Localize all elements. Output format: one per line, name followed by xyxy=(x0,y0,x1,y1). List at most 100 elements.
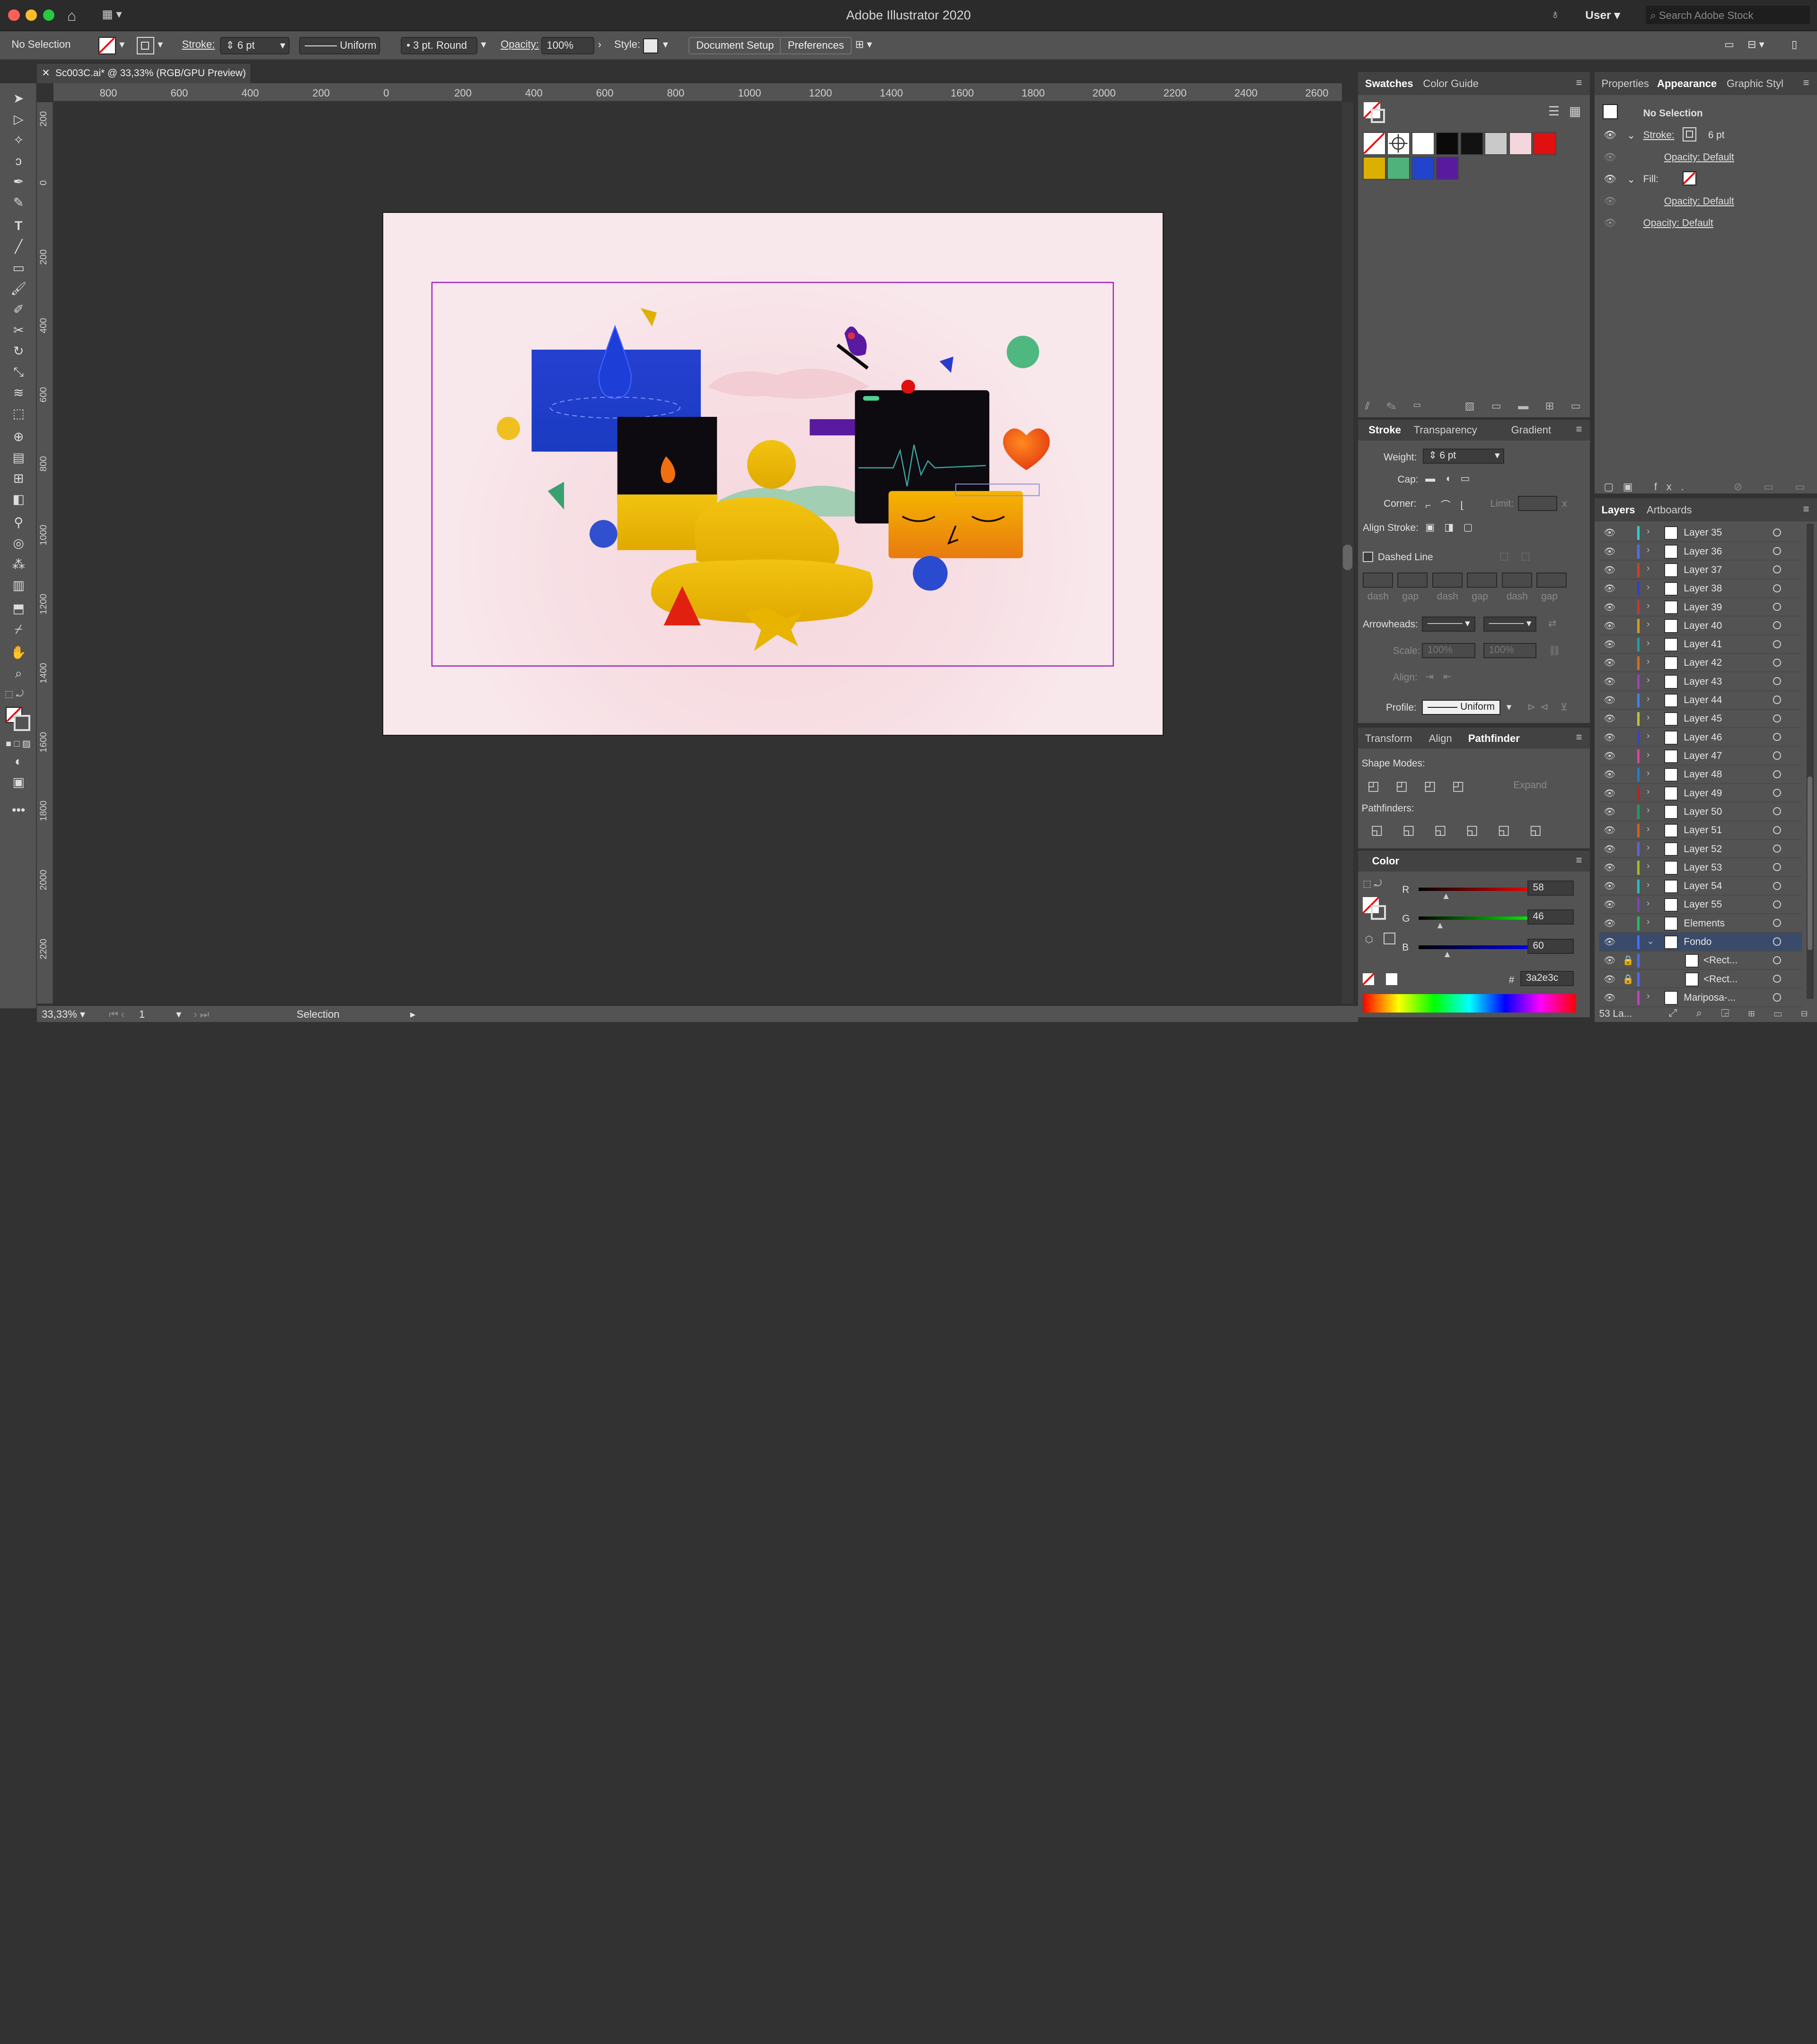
stroke-panel-menu-icon[interactable]: ≡ xyxy=(1576,423,1582,435)
stroke-weight-field[interactable]: ⇕ 6 pt ▾ xyxy=(220,37,290,55)
swatch[interactable] xyxy=(1460,132,1483,156)
tab-color-guide[interactable]: Color Guide xyxy=(1423,78,1479,90)
layer-row[interactable]: 👁 › Layer 36 xyxy=(1599,542,1802,561)
stroke-opacity-row[interactable]: Opacity: Default xyxy=(1664,152,1734,163)
layer-row[interactable]: 👁 › Layer 43 xyxy=(1599,672,1802,691)
preferences-button[interactable]: Preferences xyxy=(780,37,852,55)
fill-visibility-eye-icon[interactable]: 👁 xyxy=(1604,174,1616,185)
color-stroke-indicator[interactable] xyxy=(1371,905,1386,920)
color-spectrum[interactable] xyxy=(1363,994,1576,1013)
symbol-sprayer-tool-icon[interactable]: ⁂ xyxy=(8,556,29,573)
target-circle-icon[interactable] xyxy=(1773,565,1782,574)
expand-chevron-icon[interactable]: › xyxy=(1647,880,1650,890)
visibility-eye-icon[interactable]: 👁 xyxy=(1604,974,1615,985)
swatches-menu-icon[interactable]: ≡ xyxy=(1576,77,1582,89)
layer-row[interactable]: 👁 › Layer 39 xyxy=(1599,598,1802,617)
fill-opacity-eye-icon[interactable]: 👁 xyxy=(1604,196,1616,207)
list-view-icon[interactable]: ☰ xyxy=(1548,104,1560,119)
layer-row[interactable]: 👁 › Layer 47 xyxy=(1599,747,1802,766)
zoom-tool-icon[interactable]: ⌕ xyxy=(8,665,29,681)
visibility-eye-icon[interactable]: 👁 xyxy=(1604,564,1615,576)
stroke-opacity-eye-icon[interactable]: 👁 xyxy=(1604,152,1616,163)
swatch[interactable] xyxy=(1411,132,1435,156)
profile-select[interactable]: Uniform xyxy=(1421,700,1501,715)
layer-row[interactable]: 👁 › Layer 35 xyxy=(1599,524,1802,543)
expand-chevron-icon[interactable]: › xyxy=(1647,712,1650,723)
expand-chevron-icon[interactable]: › xyxy=(1647,638,1650,649)
swap-arrowheads-icon[interactable]: ⇄ xyxy=(1548,617,1556,629)
expand-chevron-icon[interactable]: ⌄ xyxy=(1647,935,1654,947)
swatch[interactable] xyxy=(1411,156,1435,180)
tab-stroke[interactable]: Stroke xyxy=(1368,424,1401,436)
layer-row[interactable]: 👁 › Layer 40 xyxy=(1599,617,1802,635)
dash-gap-field[interactable] xyxy=(1501,572,1532,588)
appearance-fill-swatch[interactable] xyxy=(1682,171,1697,185)
blend-tool-icon[interactable]: ◎ xyxy=(8,535,29,551)
drawing-mode-icon[interactable]: ◐ xyxy=(8,753,29,769)
artboard-nav-first-icon[interactable]: ⏮ ‹ xyxy=(109,1008,124,1021)
expand-chevron-icon[interactable]: › xyxy=(1647,824,1650,835)
layer-row[interactable]: 👁 › Layer 51 xyxy=(1599,821,1802,840)
visibility-eye-icon[interactable]: 👁 xyxy=(1604,546,1615,557)
target-circle-icon[interactable] xyxy=(1773,584,1782,592)
target-circle-icon[interactable] xyxy=(1773,528,1782,537)
mesh-tool-icon[interactable]: ⊞ xyxy=(8,470,29,486)
graphic-style-swatch[interactable] xyxy=(643,38,659,53)
swatches-footer-icons[interactable]: ⫽ ✎ ▭ xyxy=(1365,400,1428,412)
expand-chevron-icon[interactable]: › xyxy=(1647,600,1650,611)
visibility-eye-icon[interactable]: 👁 xyxy=(1604,899,1615,910)
more-tools-icon[interactable]: ••• xyxy=(8,802,29,818)
b-slider-track[interactable] xyxy=(1418,945,1539,949)
arrange-icon[interactable]: ⊟ ▾ xyxy=(1747,38,1764,51)
dash-pattern-icons[interactable]: ⬚ ⬚ xyxy=(1499,550,1535,562)
arrow-scale-end[interactable]: 100% xyxy=(1483,643,1537,659)
link-scale-icon[interactable]: ⛓ xyxy=(1548,645,1561,657)
artboard-nav-last-icon[interactable]: › ⏭ xyxy=(194,1008,209,1021)
tab-color[interactable]: Color xyxy=(1372,855,1400,867)
appearance-footer-icons[interactable]: ▢▣ fx. xyxy=(1604,481,1693,493)
expand-chevron-icon[interactable]: › xyxy=(1647,675,1650,686)
brush-dropdown-icon[interactable]: ▾ xyxy=(481,38,486,51)
expand-chevron-icon[interactable]: › xyxy=(1647,749,1650,760)
expand-chevron-icon[interactable]: › xyxy=(1647,582,1650,593)
b-slider-thumb[interactable]: ▲ xyxy=(1443,949,1452,960)
target-circle-icon[interactable] xyxy=(1773,863,1782,872)
expand-chevron-icon[interactable]: › xyxy=(1647,861,1650,872)
pathfinder-menu-icon[interactable]: ≡ xyxy=(1576,731,1582,743)
lock-icon[interactable]: 🔒 xyxy=(1623,974,1634,985)
visibility-eye-icon[interactable]: 👁 xyxy=(1604,788,1615,799)
expand-chevron-icon[interactable]: › xyxy=(1647,619,1650,630)
b-value-field[interactable]: 60 xyxy=(1527,938,1574,954)
target-circle-icon[interactable] xyxy=(1773,602,1782,611)
expand-chevron-icon[interactable]: › xyxy=(1647,545,1650,555)
layer-row[interactable]: 👁 🔒 <Rect... xyxy=(1599,970,1802,989)
shape-mode-buttons[interactable]: ◰◰◰◰ xyxy=(1367,779,1481,793)
graph-tool-icon[interactable]: ▥ xyxy=(8,577,29,593)
tab-swatches[interactable]: Swatches xyxy=(1365,78,1413,90)
layer-row[interactable]: 👁 🔒 <Rect... xyxy=(1599,952,1802,970)
swatch[interactable] xyxy=(1436,132,1459,156)
expand-chevron-icon[interactable]: › xyxy=(1647,768,1650,779)
target-circle-icon[interactable] xyxy=(1773,621,1782,630)
appearance-menu-icon[interactable]: ≡ xyxy=(1803,77,1809,89)
swatches-action-icons[interactable]: ▨ ▭ ▬ ⊞ ▭ xyxy=(1465,400,1588,412)
tab-appearance[interactable]: Appearance xyxy=(1657,78,1717,90)
target-circle-icon[interactable] xyxy=(1773,975,1782,983)
visibility-eye-icon[interactable]: 👁 xyxy=(1604,881,1615,892)
target-circle-icon[interactable] xyxy=(1773,640,1782,648)
align-stroke-buttons[interactable]: ▣ ◨ ▢ xyxy=(1425,521,1476,533)
layer-row[interactable]: 👁 › Layer 42 xyxy=(1599,654,1802,673)
brush-definition[interactable]: • 3 pt. Round xyxy=(401,37,477,55)
stroke-visibility-eye-icon[interactable]: 👁 xyxy=(1604,130,1616,141)
expand-chevron-icon[interactable]: › xyxy=(1647,842,1650,853)
lock-icon[interactable]: 🔒 xyxy=(1623,955,1634,966)
layer-row[interactable]: 👁 › Layer 55 xyxy=(1599,896,1802,915)
corner-buttons[interactable]: ⌐ ⌒ ⌊ xyxy=(1425,497,1467,511)
opacity-arrow-icon[interactable]: › xyxy=(598,38,601,51)
tab-transform[interactable]: Transform xyxy=(1365,732,1412,745)
line-tool-icon[interactable]: ╱ xyxy=(8,238,29,255)
user-menu[interactable]: User ▾ xyxy=(1585,8,1620,22)
swatch[interactable] xyxy=(1363,156,1386,180)
warp-tool-icon[interactable]: ≋ xyxy=(8,385,29,401)
expand-chevron-icon[interactable]: › xyxy=(1647,563,1650,574)
